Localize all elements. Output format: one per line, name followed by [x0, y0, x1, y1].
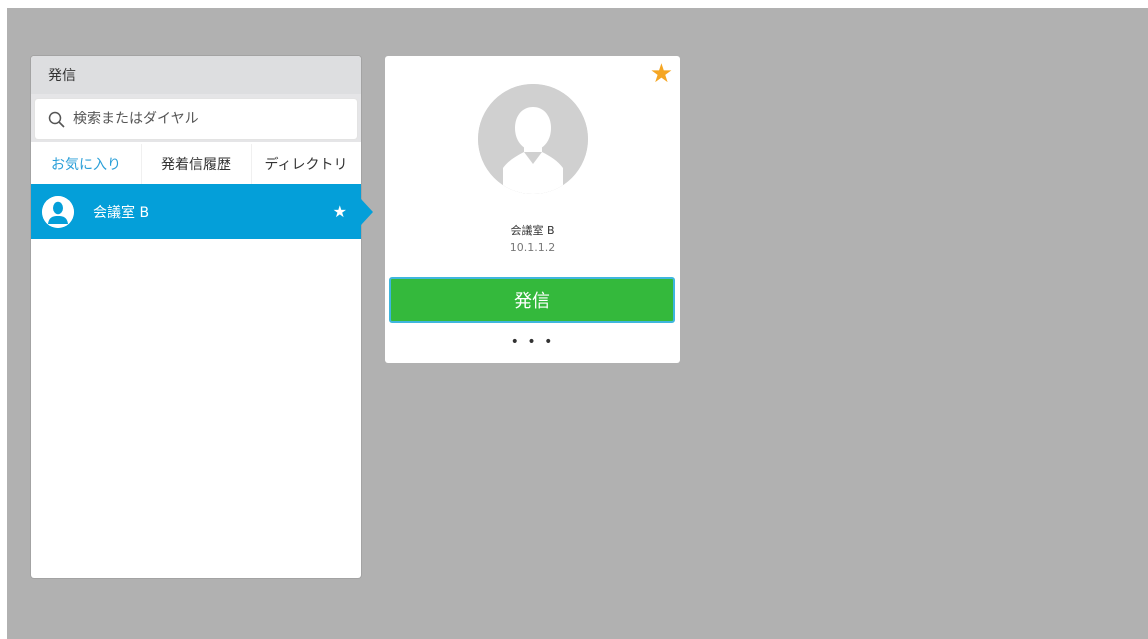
tab-bar: お気に入り 発着信履歴 ディレクトリ: [31, 144, 361, 184]
call-button[interactable]: 発信: [389, 277, 675, 323]
contact-name: 会議室 B: [93, 204, 150, 221]
tab-directory[interactable]: ディレクトリ: [251, 144, 361, 184]
call-panel: 発信 お気に入り 発着信履歴 ディレクトリ 会議室 B ★: [31, 56, 373, 578]
list-item[interactable]: 会議室 B ★: [31, 184, 373, 239]
contact-address: 10.1.1.2: [509, 241, 556, 254]
search-icon: [47, 110, 65, 128]
person-icon: [478, 84, 588, 194]
contact-detail-card: ★ 会議室 B 10.1.1.2 発信 • • •: [385, 56, 680, 363]
favorite-star-icon[interactable]: ★: [650, 61, 673, 87]
tab-favorites[interactable]: お気に入り: [31, 144, 141, 184]
more-options-button[interactable]: • • •: [385, 334, 680, 350]
favorite-star-icon[interactable]: ★: [333, 202, 347, 221]
person-icon: [42, 195, 74, 228]
panel-title: 発信: [31, 56, 361, 94]
contact-list: 会議室 B ★: [31, 184, 373, 239]
tab-history[interactable]: 発着信履歴: [141, 144, 251, 184]
avatar: [478, 84, 588, 194]
search-input[interactable]: [73, 111, 333, 127]
search-box[interactable]: [35, 99, 357, 139]
contact-name: 会議室 B: [510, 224, 555, 237]
avatar: [42, 195, 74, 228]
selection-pointer: [361, 199, 373, 225]
